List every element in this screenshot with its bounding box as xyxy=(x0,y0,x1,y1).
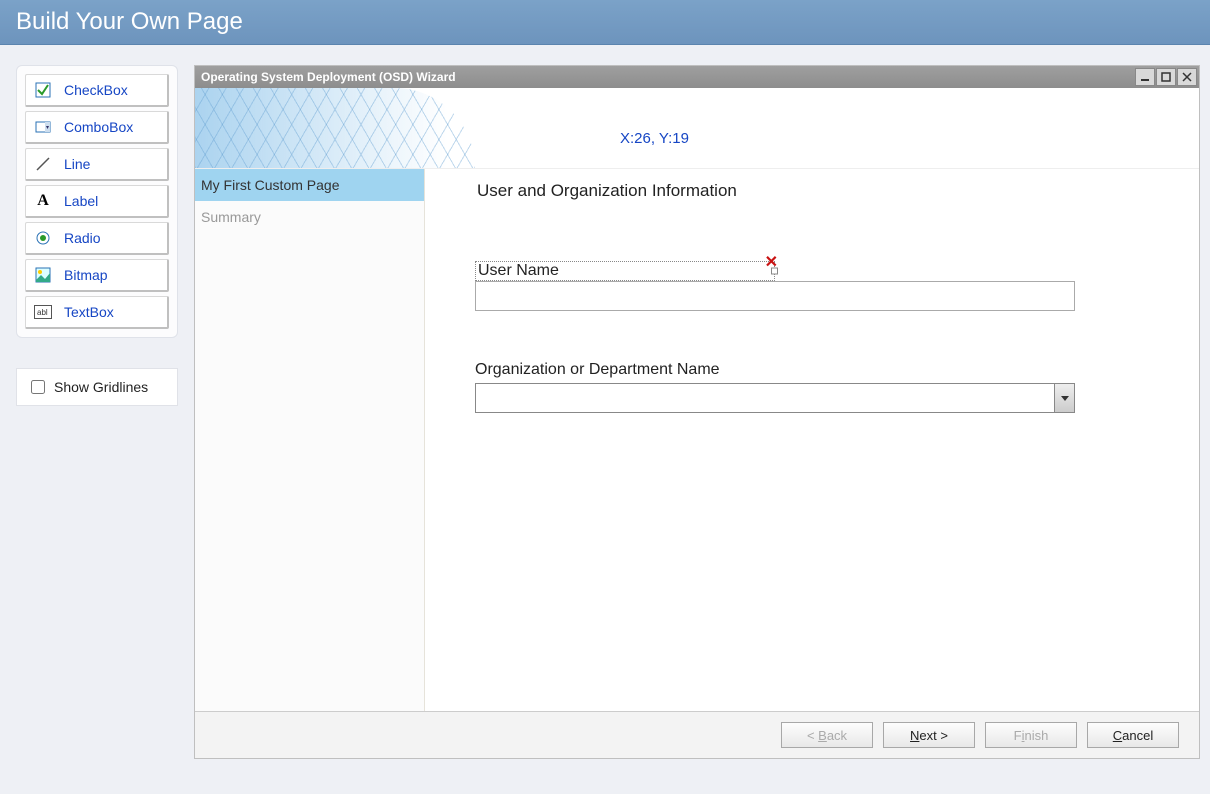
org-combobox-input[interactable] xyxy=(476,384,1054,412)
tool-label: TextBox xyxy=(64,304,114,320)
wizard-banner: X:26, Y:19 xyxy=(195,88,1199,168)
tool-checkbox[interactable]: CheckBox xyxy=(25,74,169,107)
show-gridlines-box: Show Gridlines xyxy=(16,368,178,406)
tool-textbox[interactable]: abl TextBox xyxy=(25,296,169,329)
tool-label: ComboBox xyxy=(64,119,133,135)
finish-button: Finish xyxy=(985,722,1077,748)
tool-label-text: Label xyxy=(64,193,98,209)
main-area: CheckBox ComboBox Line A Label xyxy=(0,45,1210,769)
show-gridlines-label: Show Gridlines xyxy=(54,379,148,395)
tool-label: Line xyxy=(64,156,90,172)
org-group: Organization or Department Name xyxy=(475,361,1149,413)
svg-text:abl: abl xyxy=(37,308,48,317)
show-gridlines-checkbox[interactable] xyxy=(31,380,45,394)
page-header: Build Your Own Page xyxy=(0,0,1210,45)
minimize-button[interactable] xyxy=(1135,68,1155,86)
textbox-icon: abl xyxy=(34,303,52,321)
wizard-title: Operating System Deployment (OSD) Wizard xyxy=(201,70,456,84)
username-label: User Name xyxy=(478,262,559,279)
tool-radio[interactable]: Radio xyxy=(25,222,169,255)
next-button[interactable]: Next > xyxy=(883,722,975,748)
tool-label: CheckBox xyxy=(64,82,128,98)
combobox-icon xyxy=(34,118,52,136)
tool-line[interactable]: Line xyxy=(25,148,169,181)
form-area: User and Organization Information User N… xyxy=(425,169,1199,711)
form-heading: User and Organization Information xyxy=(475,181,1149,201)
cancel-button[interactable]: Cancel xyxy=(1087,722,1179,748)
wizard-steps: My First Custom Page Summary xyxy=(195,169,425,711)
tool-bitmap[interactable]: Bitmap xyxy=(25,259,169,292)
toolbox-panel: CheckBox ComboBox Line A Label xyxy=(16,65,178,338)
step-my-first-custom-page[interactable]: My First Custom Page xyxy=(195,169,424,201)
checkbox-icon xyxy=(34,81,52,99)
bitmap-icon xyxy=(34,266,52,284)
label-icon: A xyxy=(34,192,52,210)
maximize-button[interactable] xyxy=(1156,68,1176,86)
tool-label[interactable]: A Label xyxy=(25,185,169,218)
wizard-titlebar[interactable]: Operating System Deployment (OSD) Wizard xyxy=(195,66,1199,88)
left-column: CheckBox ComboBox Line A Label xyxy=(16,65,178,759)
org-label: Organization or Department Name xyxy=(475,361,1149,379)
wizard-footer: < Back Next > Finish Cancel xyxy=(195,711,1199,758)
radio-icon xyxy=(34,229,52,247)
line-icon xyxy=(34,155,52,173)
wizard-window: Operating System Deployment (OSD) Wizard… xyxy=(194,65,1200,759)
coordinate-readout: X:26, Y:19 xyxy=(620,130,689,147)
username-group: User Name ✕ xyxy=(475,261,1149,311)
org-combobox[interactable] xyxy=(475,383,1075,413)
chevron-down-icon[interactable] xyxy=(1054,384,1074,412)
tool-label: Radio xyxy=(64,230,101,246)
tool-combobox[interactable]: ComboBox xyxy=(25,111,169,144)
back-button: < Back xyxy=(781,722,873,748)
step-summary[interactable]: Summary xyxy=(195,201,424,233)
wizard-body: My First Custom Page Summary User and Or… xyxy=(195,168,1199,711)
page-title: Build Your Own Page xyxy=(16,8,243,35)
banner-mesh-graphic xyxy=(195,88,475,168)
username-label-control[interactable]: User Name ✕ xyxy=(475,261,775,281)
title-buttons xyxy=(1134,68,1197,86)
username-input[interactable] xyxy=(475,281,1075,311)
resize-handle-icon[interactable] xyxy=(771,268,778,275)
tool-label: Bitmap xyxy=(64,267,108,283)
close-button[interactable] xyxy=(1177,68,1197,86)
